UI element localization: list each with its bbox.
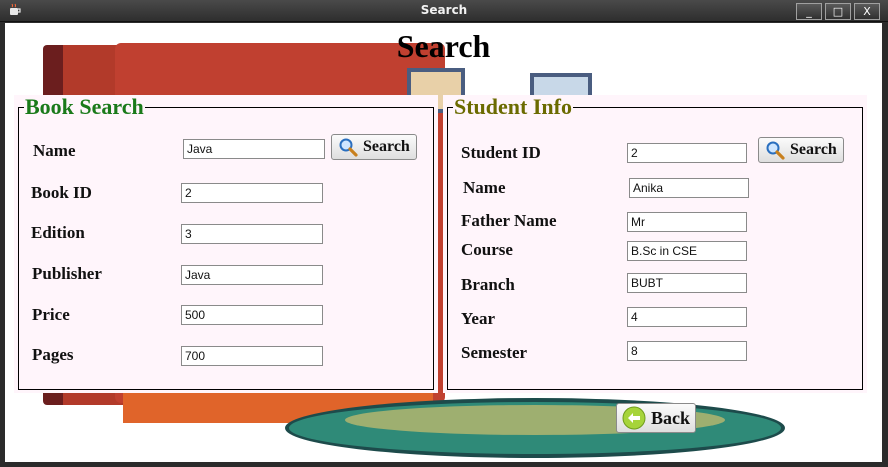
book-id-label: Book ID: [31, 183, 92, 202]
student-id-input[interactable]: [627, 143, 747, 163]
window-title: Search: [420, 3, 468, 17]
magnifier-icon: [766, 141, 785, 160]
price-label: Price: [32, 305, 70, 324]
year-input[interactable]: [627, 307, 747, 327]
semester-label: Semester: [461, 343, 528, 362]
edition-label: Edition: [31, 223, 85, 242]
book-search-button[interactable]: Search: [331, 134, 417, 160]
book-id-input[interactable]: [181, 183, 323, 203]
publisher-input[interactable]: [181, 265, 323, 285]
student-search-button[interactable]: Search: [758, 137, 844, 163]
branch-input[interactable]: [627, 273, 747, 293]
father-name-input[interactable]: [627, 212, 747, 232]
publisher-label: Publisher: [32, 264, 102, 283]
course-input[interactable]: [627, 241, 747, 261]
back-button-label: Back: [651, 407, 691, 428]
edition-input[interactable]: [181, 224, 323, 244]
course-label: Course: [461, 240, 513, 259]
book-search-panel: Book Search Name Search Book ID Edition …: [14, 95, 438, 393]
price-input[interactable]: [181, 305, 323, 325]
year-label: Year: [461, 309, 495, 328]
page-title: Search: [396, 28, 491, 64]
branch-label: Branch: [461, 275, 515, 294]
semester-input[interactable]: [627, 341, 747, 361]
book-search-legend: Book Search: [24, 94, 145, 119]
window-client-area: Search Book Search Name Search Book ID E…: [5, 23, 882, 462]
student-search-button-label: Search: [790, 141, 837, 158]
window-titlebar: Search _ □ X: [0, 0, 888, 22]
back-arrow-icon: [622, 406, 646, 430]
student-name-label: Name: [463, 178, 506, 197]
book-search-button-label: Search: [363, 138, 410, 155]
maximize-button[interactable]: □: [825, 3, 851, 20]
book-name-label: Name: [33, 141, 76, 160]
back-button[interactable]: Back: [616, 403, 697, 433]
student-info-legend: Student Info: [453, 94, 573, 119]
pages-input[interactable]: [181, 346, 323, 366]
pages-label: Pages: [32, 345, 74, 364]
book-name-input[interactable]: [183, 139, 325, 159]
minimize-button[interactable]: _: [796, 3, 822, 20]
magnifier-icon: [339, 138, 358, 157]
close-button[interactable]: X: [854, 3, 880, 20]
student-name-input[interactable]: [629, 178, 749, 198]
father-name-label: Father Name: [461, 211, 557, 230]
student-id-label: Student ID: [461, 143, 541, 162]
student-info-panel: Student Info Student ID Search Name Fath…: [443, 95, 867, 393]
